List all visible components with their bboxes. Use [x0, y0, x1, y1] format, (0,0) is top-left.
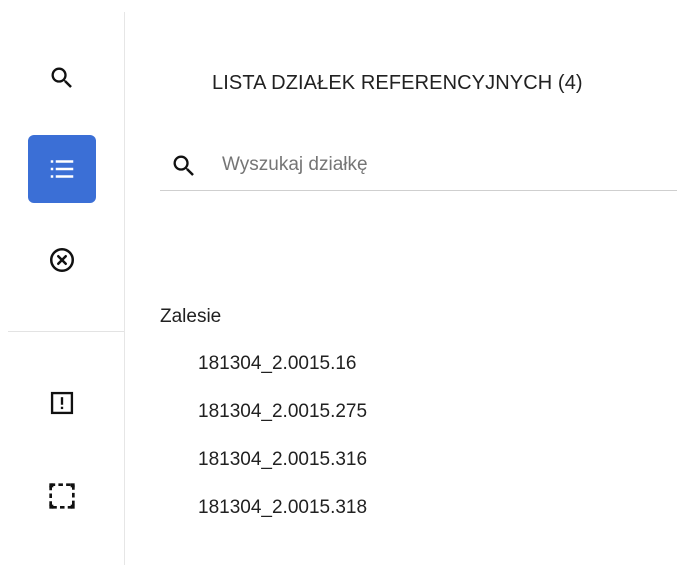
parcel-item[interactable]: 181304_2.0015.16	[198, 352, 367, 400]
sidebar	[0, 12, 125, 565]
search-icon	[173, 155, 194, 176]
search-bar	[160, 142, 677, 191]
sidebar-divider	[8, 331, 124, 332]
panel-title: LISTA DZIAŁEK REFERENCYJNYCH (4)	[212, 72, 583, 94]
sidebar-clear-button[interactable]	[28, 226, 96, 294]
selection-rectangle-icon	[49, 483, 75, 509]
parcel-item[interactable]: 181304_2.0015.318	[198, 496, 367, 544]
sidebar-search-button[interactable]	[28, 44, 96, 112]
sidebar-select-area-button[interactable]	[28, 462, 96, 530]
parcel-list: 181304_2.0015.16 181304_2.0015.275 18130…	[198, 352, 367, 544]
sidebar-report-button[interactable]	[28, 369, 96, 437]
parcel-item[interactable]: 181304_2.0015.275	[198, 400, 367, 448]
sidebar-list-button[interactable]	[28, 135, 96, 203]
list-icon	[50, 160, 74, 178]
alert-box-icon	[50, 391, 74, 415]
search-icon	[51, 67, 72, 88]
group-label: Zalesie	[160, 306, 222, 327]
app-root: LISTA DZIAŁEK REFERENCYJNYCH (4) Zalesie…	[0, 0, 677, 565]
search-input[interactable]	[222, 148, 662, 182]
clear-circle-icon	[49, 247, 75, 273]
parcel-item[interactable]: 181304_2.0015.316	[198, 448, 367, 496]
